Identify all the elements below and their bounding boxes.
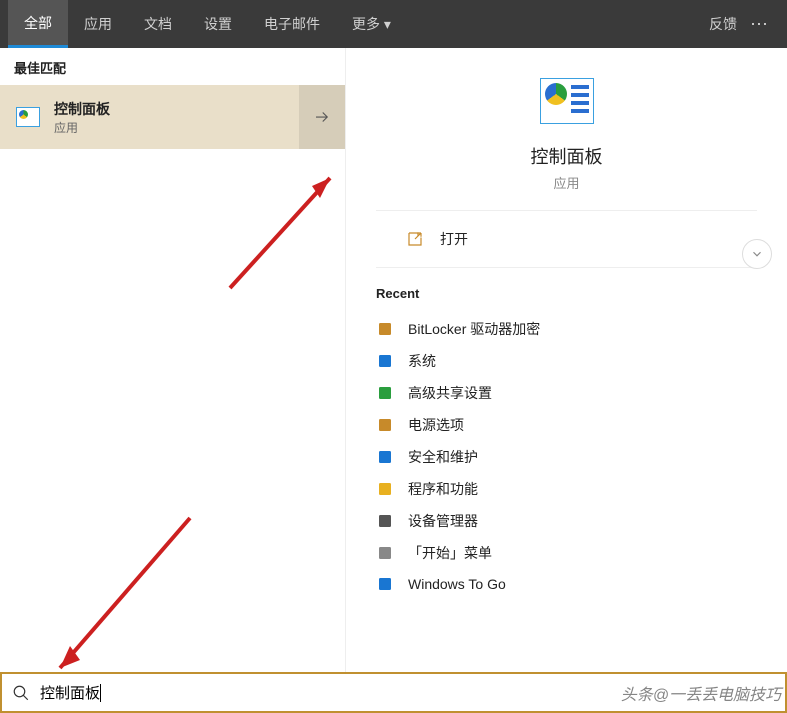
recent-item-icon — [376, 352, 394, 370]
recent-item-icon — [376, 575, 394, 593]
open-action[interactable]: 打开 — [376, 211, 757, 268]
recent-item-icon — [376, 448, 394, 466]
recent-item[interactable]: 设备管理器 — [376, 505, 757, 537]
chevron-down-icon — [750, 247, 764, 261]
recent-item[interactable]: 安全和维护 — [376, 441, 757, 473]
expand-arrow-button[interactable] — [299, 85, 345, 149]
best-match-header: 最佳匹配 — [0, 48, 345, 85]
recent-item-label: BitLocker 驱动器加密 — [408, 319, 540, 339]
more-options-icon[interactable]: ⋯ — [747, 14, 771, 35]
recent-item[interactable]: BitLocker 驱动器加密 — [376, 313, 757, 345]
recent-item-label: 系统 — [408, 351, 436, 371]
recent-item-icon — [376, 512, 394, 530]
detail-subtitle: 应用 — [376, 173, 757, 192]
recent-item-label: 设备管理器 — [408, 511, 478, 531]
tab-email[interactable]: 电子邮件 — [248, 0, 336, 48]
recent-item-label: 电源选项 — [408, 415, 464, 435]
top-tab-bar: 全部 应用 文档 设置 电子邮件 更多 ▾ 反馈 ⋯ — [0, 0, 787, 48]
recent-header: Recent — [376, 286, 757, 301]
recent-item-icon — [376, 384, 394, 402]
open-icon — [406, 230, 424, 248]
tab-apps[interactable]: 应用 — [68, 0, 128, 48]
expand-chevron-button[interactable] — [742, 239, 772, 269]
result-title: 控制面板 — [54, 99, 110, 119]
chevron-down-icon: ▾ — [384, 16, 391, 33]
recent-item-icon — [376, 320, 394, 338]
result-subtitle: 应用 — [54, 119, 110, 136]
open-label: 打开 — [440, 229, 468, 249]
recent-item[interactable]: 系统 — [376, 345, 757, 377]
recent-item-label: 高级共享设置 — [408, 383, 492, 403]
search-result-control-panel[interactable]: 控制面板 应用 — [0, 85, 345, 149]
arrow-right-icon — [313, 108, 331, 126]
results-panel: 最佳匹配 控制面板 应用 — [0, 48, 346, 672]
tab-all[interactable]: 全部 — [8, 0, 68, 48]
control-panel-icon-large — [540, 78, 594, 129]
annotation-arrow-top — [220, 158, 360, 303]
recent-item-icon — [376, 480, 394, 498]
annotation-arrow-bottom — [40, 508, 200, 683]
recent-item[interactable]: 高级共享设置 — [376, 377, 757, 409]
recent-item[interactable]: Windows To Go — [376, 569, 757, 599]
recent-item-icon — [376, 544, 394, 562]
tab-documents[interactable]: 文档 — [128, 0, 188, 48]
recent-item-icon — [376, 416, 394, 434]
recent-item-label: 「开始」菜单 — [408, 543, 492, 563]
recent-item-label: 安全和维护 — [408, 447, 478, 467]
recent-item-label: Windows To Go — [408, 576, 506, 592]
tab-more-label: 更多 — [352, 14, 380, 34]
detail-panel: 控制面板 应用 打开 Recent BitLocker 驱动器加密系统高级共享设… — [346, 48, 787, 672]
recent-item[interactable]: 电源选项 — [376, 409, 757, 441]
watermark: 头条@一丢丢电脑技巧 — [621, 681, 781, 705]
recent-item-label: 程序和功能 — [408, 479, 478, 499]
recent-item[interactable]: 「开始」菜单 — [376, 537, 757, 569]
detail-title: 控制面板 — [376, 143, 757, 169]
tab-more[interactable]: 更多 ▾ — [336, 0, 407, 48]
control-panel-icon — [14, 103, 42, 131]
recent-item[interactable]: 程序和功能 — [376, 473, 757, 505]
feedback-link[interactable]: 反馈 — [709, 14, 737, 34]
tab-settings[interactable]: 设置 — [188, 0, 248, 48]
